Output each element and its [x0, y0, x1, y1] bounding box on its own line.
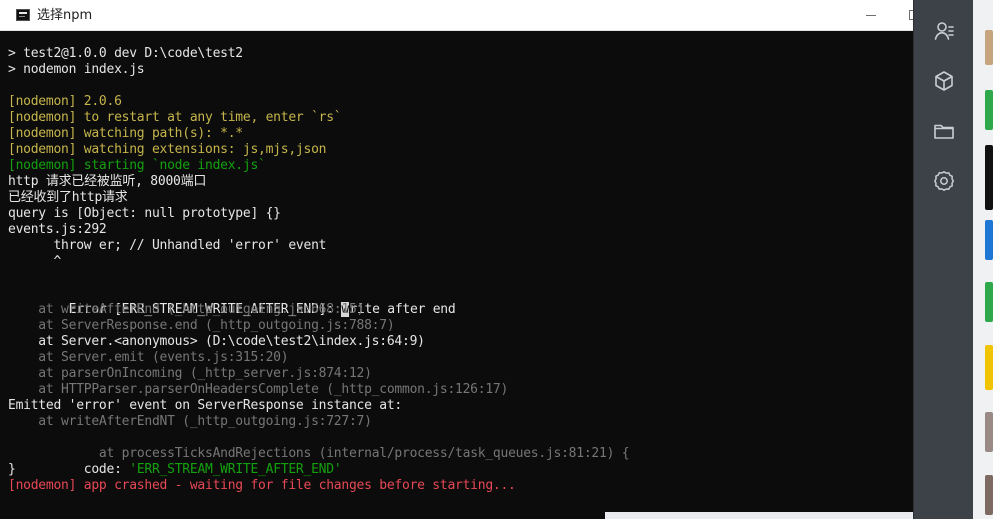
- horizontal-scrollbar[interactable]: [605, 512, 913, 519]
- window-title: 选择npm: [37, 8, 93, 23]
- terminal-line: > nodemon index.js: [8, 62, 145, 77]
- background-thumbnail: [985, 220, 993, 260]
- desktop-screen: 选择npm > test2@1.0.0 dev D:\code\test2 > …: [0, 0, 993, 519]
- background-thumbnail: [985, 90, 993, 130]
- error-code-line: code: 'ERR_STREAM_WRITE_AFTER_END': [8, 446, 342, 477]
- settings-icon[interactable]: [932, 169, 956, 193]
- folder-icon[interactable]: [932, 119, 956, 143]
- error-message: rite after end: [349, 302, 456, 317]
- background-thumbnail: [985, 145, 993, 210]
- background-thumbnail: [985, 30, 993, 65]
- terminal-line: query is [Object: null prototype] {}: [8, 206, 281, 221]
- background-thumbnail: [985, 345, 993, 390]
- terminal-line: [nodemon] app crashed - waiting for file…: [8, 478, 516, 493]
- terminal-line: 已经收到了http请求: [8, 190, 128, 205]
- terminal-line: Emitted 'error' event on ServerResponse …: [8, 398, 402, 413]
- stack-frame-line: at Server.<anonymous> (D:\code\test2\ind…: [8, 334, 425, 349]
- error-code-label: code:: [68, 462, 130, 477]
- window-titlebar[interactable]: 选择npm: [0, 0, 913, 31]
- stack-frame-line: at Server.emit (events.js:315:20): [8, 350, 289, 365]
- terminal-line: [nodemon] watching extensions: js,mjs,js…: [8, 142, 327, 157]
- stack-frame-line: at writeAfterEndNT (_http_outgoing.js:72…: [8, 414, 372, 429]
- terminal-line: [nodemon] watching path(s): *.*: [8, 126, 243, 141]
- stack-frame-line: at writeAfterEnd (_http_outgoing.js:668:…: [8, 302, 365, 317]
- cube-icon[interactable]: [932, 69, 956, 93]
- user-icon[interactable]: [932, 19, 956, 43]
- terminal-output[interactable]: > test2@1.0.0 dev D:\code\test2 > nodemo…: [0, 31, 913, 519]
- background-thumbnail: [985, 412, 993, 452]
- stack-frame-line: at ServerResponse.end (_http_outgoing.js…: [8, 318, 395, 333]
- error-code-value: 'ERR_STREAM_WRITE_AFTER_END': [129, 462, 342, 477]
- terminal-line: > test2@1.0.0 dev D:\code\test2: [8, 46, 243, 61]
- stack-frame-line: at parserOnIncoming (_http_server.js:874…: [8, 366, 372, 381]
- terminal-line: Error [ERR_STREAM_WRITE_AFTER_END]: writ…: [8, 286, 456, 317]
- command-prompt-window: 选择npm > test2@1.0.0 dev D:\code\test2 > …: [0, 0, 913, 519]
- terminal-line: }: [8, 462, 16, 477]
- terminal-line: ^: [8, 254, 62, 269]
- background-thumbnail: [985, 475, 993, 515]
- console-app-icon: [16, 9, 30, 21]
- terminal-line: throw er; // Unhandled 'error' event: [8, 238, 327, 253]
- stack-frame-line: at HTTPParser.parserOnHeadersComplete (_…: [8, 382, 509, 397]
- terminal-line: [nodemon] to restart at any time, enter …: [8, 110, 342, 125]
- terminal-line: events.js:292: [8, 222, 107, 237]
- terminal-line: [nodemon] 2.0.6: [8, 94, 122, 109]
- stack-frame-line: at processTicksAndRejections (internal/p…: [8, 430, 630, 461]
- terminal-line: http 请求已经被监听, 8000端口: [8, 174, 207, 189]
- side-navigation-rail: [913, 0, 973, 519]
- right-background-strip: [973, 0, 993, 519]
- terminal-line: [nodemon] starting `node index.js`: [8, 158, 266, 173]
- background-thumbnail: [985, 282, 993, 322]
- maximize-button[interactable]: [902, 0, 913, 30]
- minimize-button[interactable]: [852, 0, 892, 30]
